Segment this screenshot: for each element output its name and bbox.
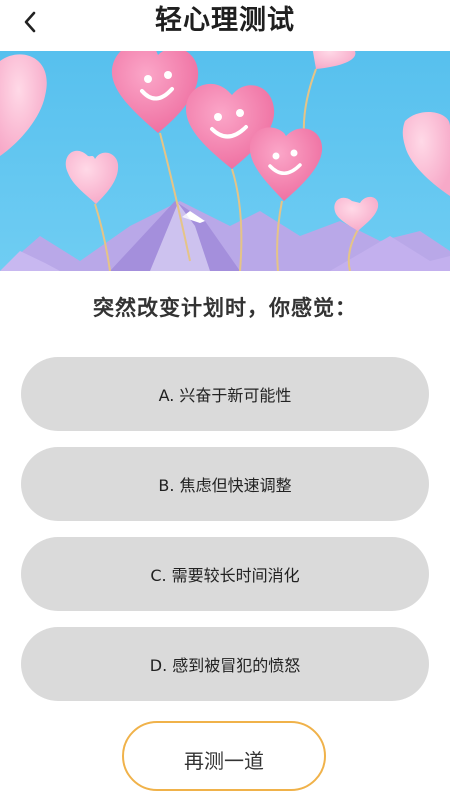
option-c-button[interactable]: C. 需要较长时间消化 bbox=[21, 537, 429, 611]
header-bar: 轻心理测试 bbox=[0, 0, 450, 50]
option-label: D. 感到被冒犯的愤怒 bbox=[149, 656, 301, 675]
page-title: 轻心理测试 bbox=[155, 5, 295, 36]
question-text: 突然改变计划时，你感觉： bbox=[93, 296, 357, 320]
option-d-button[interactable]: D. 感到被冒犯的愤怒 bbox=[21, 627, 429, 701]
option-label: C. 需要较长时间消化 bbox=[150, 566, 300, 585]
option-label: A. 兴奋于新可能性 bbox=[158, 386, 292, 405]
banner-image bbox=[0, 51, 450, 271]
option-a-button[interactable]: A. 兴奋于新可能性 bbox=[21, 357, 429, 431]
option-label: B. 焦虑但快速调整 bbox=[158, 476, 292, 495]
option-b-button[interactable]: B. 焦虑但快速调整 bbox=[21, 447, 429, 521]
retry-label: 再测一道 bbox=[184, 749, 264, 773]
retry-button[interactable]: 再测一道 bbox=[122, 721, 326, 791]
